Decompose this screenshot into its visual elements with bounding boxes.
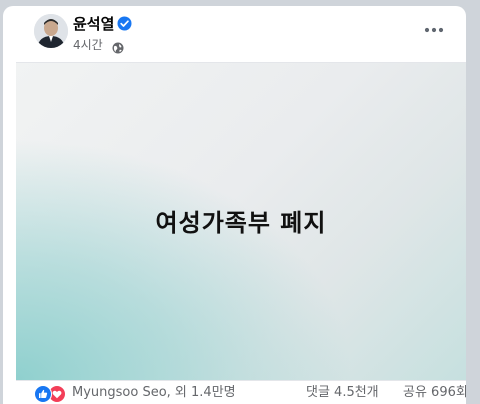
post-timestamp[interactable]: 4시간 — [73, 38, 103, 52]
avatar[interactable] — [34, 14, 68, 48]
avatar-image — [34, 14, 68, 48]
post-card: 윤석열 4시간 여성가족부 폐지 Myungsoo Seo, 외 1.4만명 댓… — [3, 6, 466, 404]
post-header: 윤석열 4시간 — [3, 6, 466, 62]
shares-count[interactable]: 공유 696회 — [403, 385, 466, 401]
reaction-icons[interactable] — [34, 385, 68, 403]
more-options-icon — [424, 27, 444, 33]
comments-count[interactable]: 댓글 4.5천개 — [306, 385, 379, 401]
verified-badge-icon — [117, 16, 132, 31]
author-name[interactable]: 윤석열 — [73, 15, 114, 33]
reactions-count[interactable]: Myungsoo Seo, 외 1.4만명 — [72, 385, 236, 401]
post-image[interactable]: 여성가족부 폐지 — [16, 62, 466, 381]
like-icon — [34, 385, 52, 403]
post-image-text: 여성가족부 폐지 — [155, 209, 327, 237]
globe-icon — [112, 39, 124, 54]
more-options-button[interactable] — [419, 18, 449, 42]
engagement-bar: Myungsoo Seo, 외 1.4만명 댓글 4.5천개 공유 696회 — [16, 380, 466, 404]
